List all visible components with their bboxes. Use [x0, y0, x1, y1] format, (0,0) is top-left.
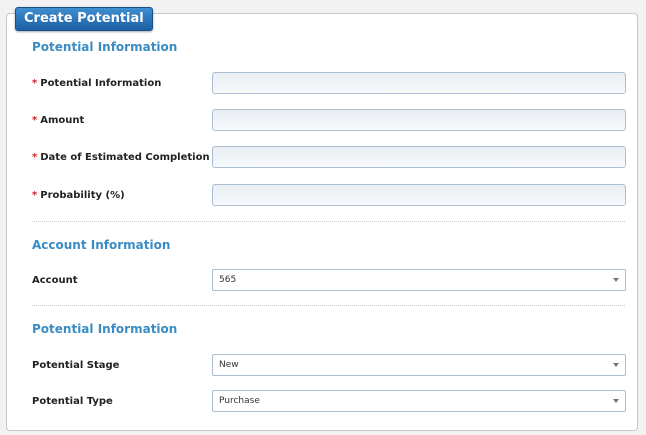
potential-information-input[interactable]	[212, 72, 626, 94]
create-potential-title-tab: Create Potential	[15, 7, 153, 31]
potential-stage-select-value: New	[219, 360, 239, 370]
form-panel: Potential Information * Potential Informa…	[6, 13, 638, 431]
label-amount: * Amount	[32, 115, 85, 126]
label-potential-type: Potential Type	[32, 396, 113, 407]
section-divider	[32, 221, 625, 222]
section-heading-potential: Potential Information	[32, 40, 178, 54]
date-estimated-completion-input[interactable]	[212, 146, 626, 168]
label-account: Account	[32, 275, 78, 286]
label-potential-stage: Potential Stage	[32, 360, 120, 371]
account-select-value: 565	[219, 275, 237, 285]
section-heading-potential-details: Potential Information	[32, 322, 178, 336]
label-probability: * Probability (%)	[32, 190, 125, 201]
account-select[interactable]: 565	[212, 269, 626, 291]
required-marker: *	[32, 152, 38, 163]
chevron-down-icon	[613, 363, 619, 367]
potential-type-select[interactable]: Purchase	[212, 390, 626, 412]
label-potential-information: * Potential Information	[32, 78, 162, 89]
required-marker: *	[32, 190, 38, 201]
potential-type-select-value: Purchase	[219, 396, 260, 406]
probability-input[interactable]	[212, 184, 626, 206]
amount-input[interactable]	[212, 109, 626, 131]
section-divider	[32, 305, 625, 306]
chevron-down-icon	[613, 278, 619, 282]
section-heading-account: Account Information	[32, 238, 171, 252]
chevron-down-icon	[613, 399, 619, 403]
required-marker: *	[32, 115, 38, 126]
potential-stage-select[interactable]: New	[212, 354, 626, 376]
required-marker: *	[32, 78, 38, 89]
label-date-estimated-completion: * Date of Estimated Completion	[32, 152, 210, 163]
